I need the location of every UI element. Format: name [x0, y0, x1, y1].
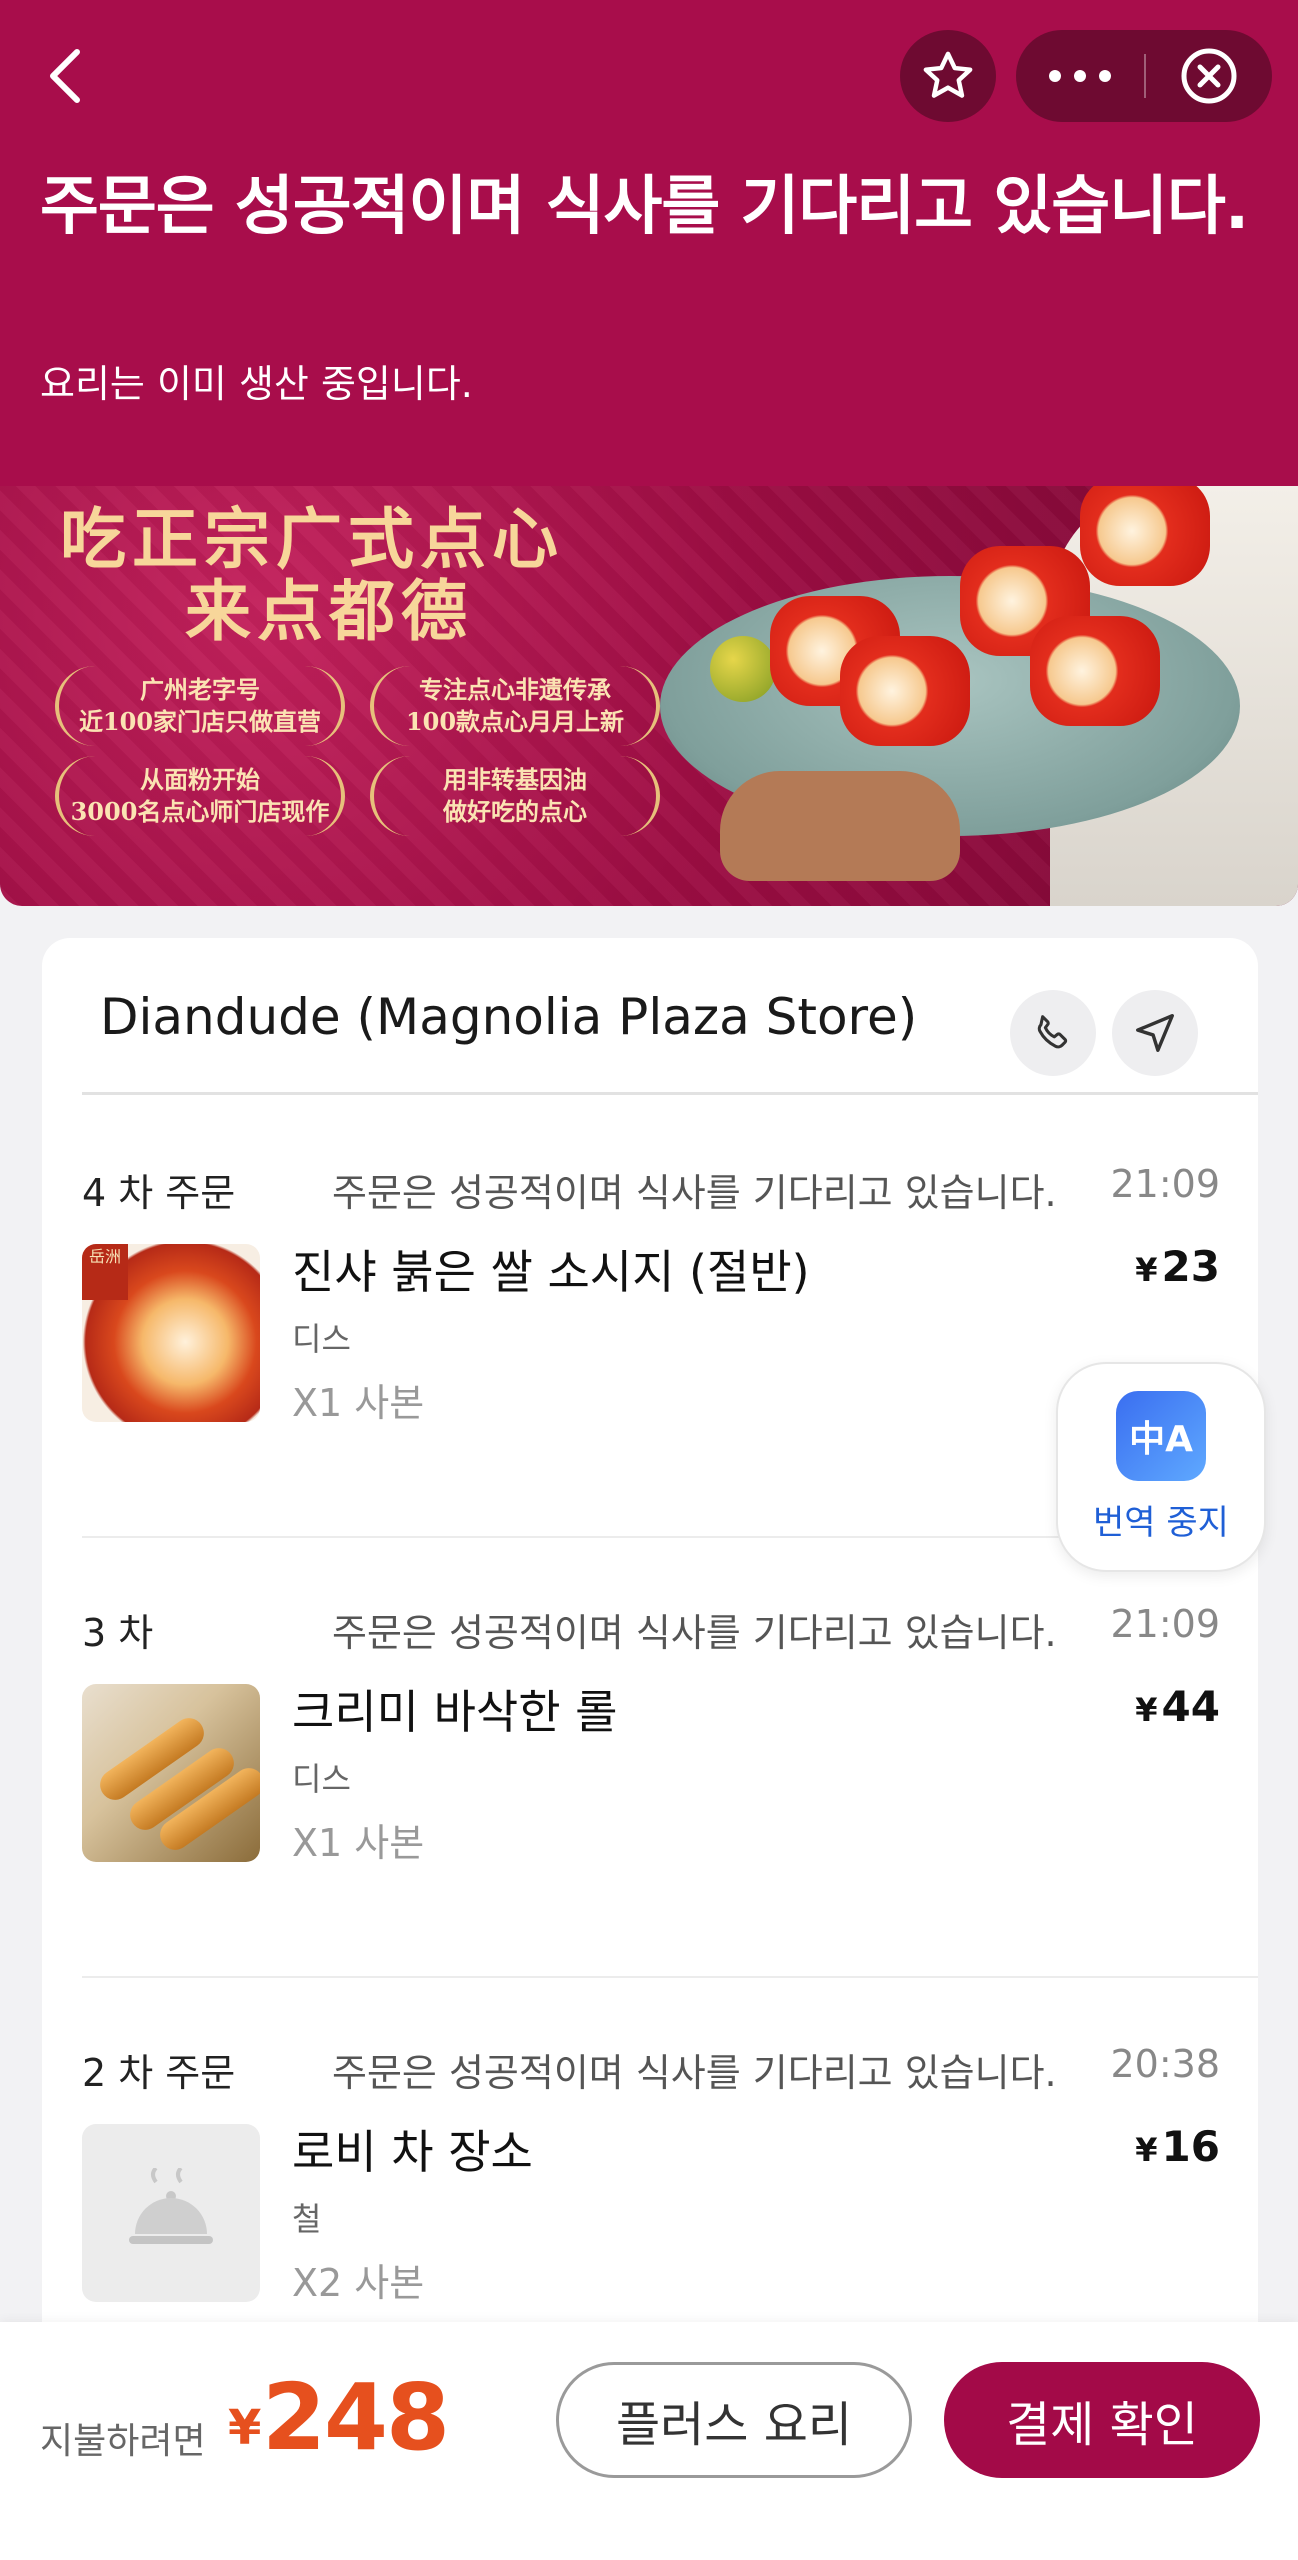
price-value: 23 — [1161, 1242, 1220, 1291]
navigation-arrow-icon — [1136, 1014, 1174, 1052]
dish-quantity: X2 사본 — [292, 2261, 425, 2305]
add-dishes-button[interactable]: 플러스 요리 — [556, 2362, 912, 2478]
dish-quantity: X1 사본 — [292, 1821, 425, 1865]
dish-name: 크리미 바삭한 롤 — [292, 1685, 618, 1739]
currency-symbol: ¥ — [1135, 1251, 1158, 1289]
price-value: 16 — [1161, 2122, 1220, 2171]
banner-badge-bottom: 100款点心月月上新 — [405, 707, 625, 736]
more-dots-icon — [1049, 70, 1111, 82]
order-time: 21:09 — [1110, 1602, 1220, 1646]
dish-image: 岳洲 — [82, 1244, 260, 1422]
order-round: 2 차 주문 주문은 성공적이며 식사를 기다리고 있습니다. 20:38 로비… — [42, 2042, 1258, 2342]
dish-image-label: 岳洲 — [82, 1244, 128, 1300]
header: 주문은 성공적이며 식사를 기다리고 있습니다. 요리는 이미 생산 중입니다. — [0, 0, 1298, 486]
banner-headline-2: 来点都德 — [185, 572, 473, 650]
lime-image — [710, 636, 776, 702]
price-value: 44 — [1161, 1682, 1220, 1731]
rice-roll-image — [1080, 486, 1210, 586]
star-icon — [923, 51, 973, 98]
confirm-payment-button[interactable]: 결제 확인 — [944, 2362, 1260, 2478]
chevron-left-icon — [50, 49, 80, 103]
banner-badge: 广州老字号 近100家门店只做直营 — [55, 666, 345, 746]
banner-badge: 专注点心非遗传承 100款点心月月上新 — [370, 666, 660, 746]
banner-badge-bottom: 3000名点心师门店现作 — [70, 797, 330, 826]
checkout-bar: 지불하려면 ¥ 248 플러스 요리 결제 확인 — [0, 2322, 1298, 2560]
close-circle-icon — [1181, 48, 1237, 104]
amount-currency: ¥ — [228, 2400, 262, 2456]
order-round-label: 3 차 — [82, 1611, 154, 1655]
hand-image — [720, 771, 960, 881]
dish-price: ¥23 — [1135, 1242, 1220, 1291]
banner-badge-top: 广州老字号 — [140, 675, 260, 704]
store-name: Diandude (Magnolia Plaza Store) — [100, 988, 918, 1046]
order-round: 3 차 주문은 성공적이며 식사를 기다리고 있습니다. 21:09 크리미 바… — [42, 1602, 1258, 1902]
order-status: 주문은 성공적이며 식사를 기다리고 있습니다. — [332, 2051, 1057, 2095]
dish-quantity: X1 사본 — [292, 1381, 425, 1425]
navigate-store-button[interactable] — [1112, 990, 1198, 1076]
dish-spec: 디스 — [292, 1760, 351, 1798]
stop-translation-label: 번역 중지 — [1093, 1502, 1229, 1543]
page-subtitle: 요리는 이미 생산 중입니다. — [40, 362, 473, 406]
order-round-label: 4 차 주문 — [82, 1171, 236, 1215]
banner-badge-bottom: 做好吃的点心 — [443, 797, 587, 826]
order-round-label: 2 차 주문 — [82, 2051, 236, 2095]
order-time: 21:09 — [1110, 1162, 1220, 1206]
promo-banner[interactable]: 吃正宗广式点心 来点都德 广州老字号 近100家门店只做直营 专注点心非遗传承 … — [0, 486, 1298, 906]
more-button[interactable] — [1016, 30, 1144, 122]
order-status: 주문은 성공적이며 식사를 기다리고 있습니다. — [332, 1171, 1057, 1215]
banner-badge-bottom: 近100家门店只做直营 — [78, 707, 322, 736]
amount-due-value: 248 — [262, 2364, 450, 2471]
order-time: 20:38 — [1110, 2042, 1220, 2086]
banner-badge-top: 用非转基因油 — [443, 765, 587, 794]
banner-badge: 用非转基因油 做好吃的点心 — [370, 756, 660, 836]
mini-program-capsule — [1016, 30, 1272, 122]
stop-translation-button[interactable]: 中A 번역 중지 — [1056, 1362, 1266, 1572]
currency-symbol: ¥ — [1135, 1691, 1158, 1729]
phone-icon — [1037, 1015, 1068, 1049]
call-store-button[interactable] — [1010, 990, 1096, 1076]
dish-spec: 철 — [292, 2200, 322, 2238]
order-card: Diandude (Magnolia Plaza Store) 4 차 주문 주… — [42, 938, 1258, 2560]
rice-roll-image — [840, 636, 970, 746]
banner-badge-top: 从面粉开始 — [140, 765, 260, 794]
back-button[interactable] — [30, 36, 100, 116]
dish-price: ¥16 — [1135, 2122, 1220, 2171]
dish-image — [82, 1684, 260, 1862]
store-divider — [82, 1092, 1258, 1095]
rice-roll-image — [1030, 616, 1160, 726]
dish-name: 로비 차 장소 — [292, 2125, 533, 2179]
currency-symbol: ¥ — [1135, 2131, 1158, 2169]
dish-image-placeholder — [82, 2124, 260, 2302]
dish-spec: 디스 — [292, 1320, 351, 1358]
order-status: 주문은 성공적이며 식사를 기다리고 있습니다. — [332, 1611, 1057, 1655]
banner-badge: 从面粉开始 3000名点心师门店现作 — [55, 756, 345, 836]
dish-name: 진샤 붉은 쌀 소시지 (절반) — [292, 1245, 810, 1299]
close-button[interactable] — [1146, 30, 1272, 122]
order-status-page: 주문은 성공적이며 식사를 기다리고 있습니다. 요리는 이미 생산 중입니다.… — [0, 0, 1298, 2560]
order-divider — [82, 1976, 1258, 1978]
amount-due-label: 지불하려면 — [40, 2421, 206, 2462]
dish-price: ¥44 — [1135, 1682, 1220, 1731]
page-title: 주문은 성공적이며 식사를 기다리고 있습니다. — [40, 170, 1249, 244]
food-cloche-icon — [129, 2168, 213, 2244]
favorite-button[interactable] — [900, 30, 996, 122]
banner-badge-top: 专注点心非遗传承 — [419, 675, 611, 704]
translate-icon: 中A — [1116, 1390, 1206, 1481]
